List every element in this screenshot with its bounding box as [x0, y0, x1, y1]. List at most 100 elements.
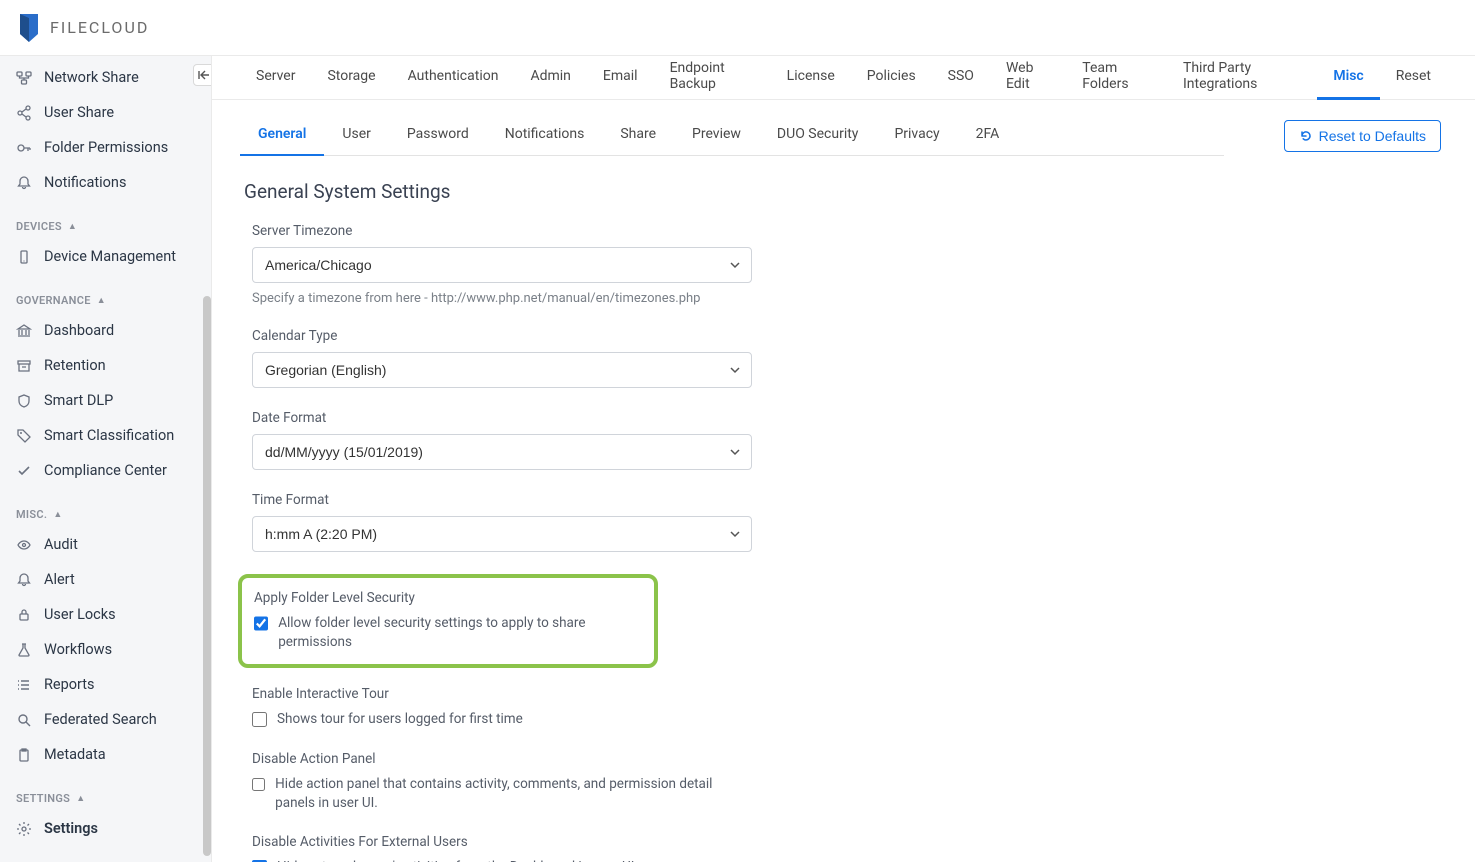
disable-action-checkbox[interactable]: [252, 777, 265, 792]
flask-icon: [16, 642, 32, 658]
sub-tab-password[interactable]: Password: [389, 116, 487, 156]
sub-tab-share[interactable]: Share: [602, 116, 674, 156]
sidebar-item-user-share[interactable]: User Share: [0, 95, 211, 130]
top-tab-team-folders[interactable]: Team Folders: [1066, 56, 1167, 100]
sidebar-item-label: Notifications: [44, 174, 126, 191]
sidebar-item-label: Smart DLP: [44, 392, 113, 409]
sidebar-item-label: Network Share: [44, 69, 139, 86]
calendar-label: Calendar Type: [252, 328, 752, 344]
sidebar: Network Share User Share Folder Permission…: [0, 56, 212, 862]
disable-activities-checkbox-label: Hide external users' activities from the…: [277, 858, 638, 862]
sidebar-item-label: Retention: [44, 357, 106, 374]
search-icon: [16, 712, 32, 728]
network-icon: [16, 70, 32, 86]
sidebar-item-label: User Locks: [44, 606, 116, 623]
sidebar-item-smart-dlp[interactable]: Smart DLP: [0, 383, 211, 418]
folder-security-checkbox[interactable]: [254, 616, 268, 631]
sidebar-item-retention[interactable]: Retention: [0, 348, 211, 383]
bank-icon: [16, 323, 32, 339]
bell-icon: [16, 572, 32, 588]
sidebar-heading-settings[interactable]: SETTINGS▲: [0, 782, 211, 811]
sidebar-item-smart-classification[interactable]: Smart Classification: [0, 418, 211, 453]
sidebar-item-label: Audit: [44, 536, 78, 553]
sidebar-item-label: User Share: [44, 104, 114, 121]
sidebar-item-reports[interactable]: Reports: [0, 667, 211, 702]
sub-tab-duo-security[interactable]: DUO Security: [759, 116, 877, 156]
sidebar-item-label: Settings: [44, 820, 98, 837]
sidebar-heading-governance[interactable]: GOVERNANCE▲: [0, 284, 211, 313]
sub-tabs: GeneralUserPasswordNotificationsSharePre…: [240, 116, 1224, 156]
top-tab-admin[interactable]: Admin: [514, 56, 586, 100]
sidebar-item-label: Device Management: [44, 248, 176, 265]
top-tab-policies[interactable]: Policies: [851, 56, 932, 100]
timezone-select[interactable]: America/Chicago: [252, 247, 752, 283]
sidebar-item-settings[interactable]: Settings: [0, 811, 211, 846]
sidebar-item-federated-search[interactable]: Federated Search: [0, 702, 211, 737]
archive-icon: [16, 358, 32, 374]
sub-tab-notifications[interactable]: Notifications: [487, 116, 603, 156]
sidebar-item-label: Smart Classification: [44, 427, 174, 444]
sidebar-item-device-management[interactable]: Device Management: [0, 239, 211, 274]
gear-icon: [16, 821, 32, 837]
dateformat-select[interactable]: dd/MM/yyyy (15/01/2019): [252, 434, 752, 470]
field-time-format: Time Format h:mm A (2:20 PM): [252, 492, 752, 552]
sidebar-heading-misc[interactable]: MISC.▲: [0, 498, 211, 527]
disable-action-label: Disable Action Panel: [252, 751, 752, 767]
section-title: General System Settings: [244, 180, 1435, 203]
sidebar-item-dashboard[interactable]: Dashboard: [0, 313, 211, 348]
sidebar-item-notifications[interactable]: Notifications: [0, 165, 211, 200]
check-icon: [16, 463, 32, 479]
sidebar-item-audit[interactable]: Audit: [0, 527, 211, 562]
sidebar-scrollbar[interactable]: [203, 296, 211, 856]
lock-icon: [16, 607, 32, 623]
top-tab-misc[interactable]: Misc: [1317, 56, 1379, 100]
sidebar-item-folder-permissions[interactable]: Folder Permissions: [0, 130, 211, 165]
top-tab-sso[interactable]: SSO: [932, 56, 990, 100]
top-tab-license[interactable]: License: [771, 56, 851, 100]
reset-to-defaults-button[interactable]: Reset to Defaults: [1284, 120, 1441, 152]
tag-icon: [16, 428, 32, 444]
sidebar-item-network-share[interactable]: Network Share: [0, 60, 211, 95]
logo[interactable]: FILECLOUD: [16, 12, 149, 44]
top-tab-authentication[interactable]: Authentication: [392, 56, 515, 100]
sidebar-heading-devices[interactable]: DEVICES▲: [0, 210, 211, 239]
sub-tab-preview[interactable]: Preview: [674, 116, 759, 156]
top-tab-reset[interactable]: Reset: [1380, 56, 1447, 100]
sidebar-item-user-locks[interactable]: User Locks: [0, 597, 211, 632]
top-tab-web-edit[interactable]: Web Edit: [990, 56, 1066, 100]
sidebar-item-metadata[interactable]: Metadata: [0, 737, 211, 772]
timezone-label: Server Timezone: [252, 223, 752, 239]
top-tab-endpoint-backup[interactable]: Endpoint Backup: [654, 56, 771, 100]
sub-tab-user[interactable]: User: [324, 116, 388, 156]
top-tab-email[interactable]: Email: [587, 56, 654, 100]
sidebar-item-label: Metadata: [44, 746, 106, 763]
timeformat-select[interactable]: h:mm A (2:20 PM): [252, 516, 752, 552]
highlighted-folder-security: Apply Folder Level Security Allow folder…: [238, 574, 658, 668]
folder-security-label: Apply Folder Level Security: [254, 590, 642, 606]
undo-icon: [1299, 129, 1313, 143]
calendar-select[interactable]: Gregorian (English): [252, 352, 752, 388]
field-date-format: Date Format dd/MM/yyyy (15/01/2019): [252, 410, 752, 470]
top-tab-server[interactable]: Server: [240, 56, 311, 100]
logo-icon: [16, 12, 42, 44]
top-tab-third-party-integrations[interactable]: Third Party Integrations: [1167, 56, 1317, 100]
sub-tab-general[interactable]: General: [240, 116, 324, 156]
sub-tab-2fa[interactable]: 2FA: [958, 116, 1018, 156]
header: FILECLOUD: [0, 0, 1475, 56]
chevron-up-icon: ▲: [76, 793, 85, 804]
sidebar-item-label: Workflows: [44, 641, 112, 658]
interactive-tour-checkbox[interactable]: [252, 712, 267, 727]
clipboard-icon: [16, 747, 32, 763]
sidebar-item-label: Folder Permissions: [44, 139, 168, 156]
sidebar-item-label: Alert: [44, 571, 75, 588]
sidebar-item-alert[interactable]: Alert: [0, 562, 211, 597]
sidebar-item-compliance-center[interactable]: Compliance Center: [0, 453, 211, 488]
chevron-up-icon: ▲: [97, 295, 106, 306]
sidebar-item-workflows[interactable]: Workflows: [0, 632, 211, 667]
sub-tab-privacy[interactable]: Privacy: [876, 116, 957, 156]
reset-label: Reset to Defaults: [1319, 128, 1426, 144]
disable-activities-label: Disable Activities For External Users: [252, 834, 752, 850]
sidebar-item-label: Federated Search: [44, 711, 157, 728]
top-tab-storage[interactable]: Storage: [311, 56, 391, 100]
sidebar-collapse-button[interactable]: [193, 64, 212, 86]
